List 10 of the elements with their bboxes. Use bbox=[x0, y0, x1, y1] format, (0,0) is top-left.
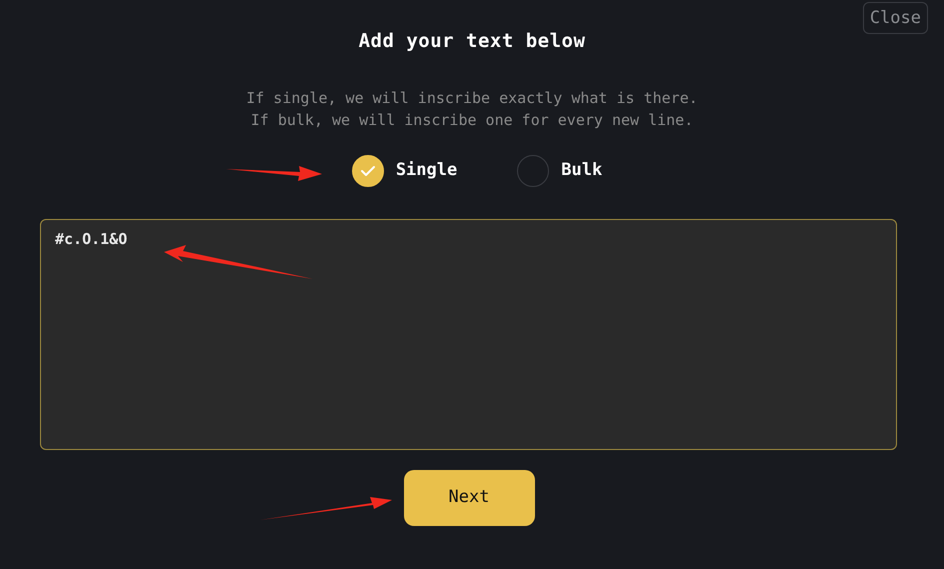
radio-label[interactable]: Bulk bbox=[561, 158, 602, 184]
close-button[interactable]: Close bbox=[862, 2, 928, 34]
description-text: If single, we will inscribe exactly what is there. bbox=[245, 88, 699, 109]
check-icon bbox=[360, 165, 376, 177]
text-input[interactable]: #c.O.1&O bbox=[40, 219, 897, 450]
dialog-title: Add your text below bbox=[358, 30, 586, 53]
description-text: If bulk, we will inscribe one for every new line. bbox=[250, 110, 694, 131]
next-button[interactable]: Next bbox=[404, 470, 534, 526]
radio-label[interactable]: Single bbox=[396, 158, 458, 184]
radio-button[interactable] bbox=[517, 155, 550, 187]
